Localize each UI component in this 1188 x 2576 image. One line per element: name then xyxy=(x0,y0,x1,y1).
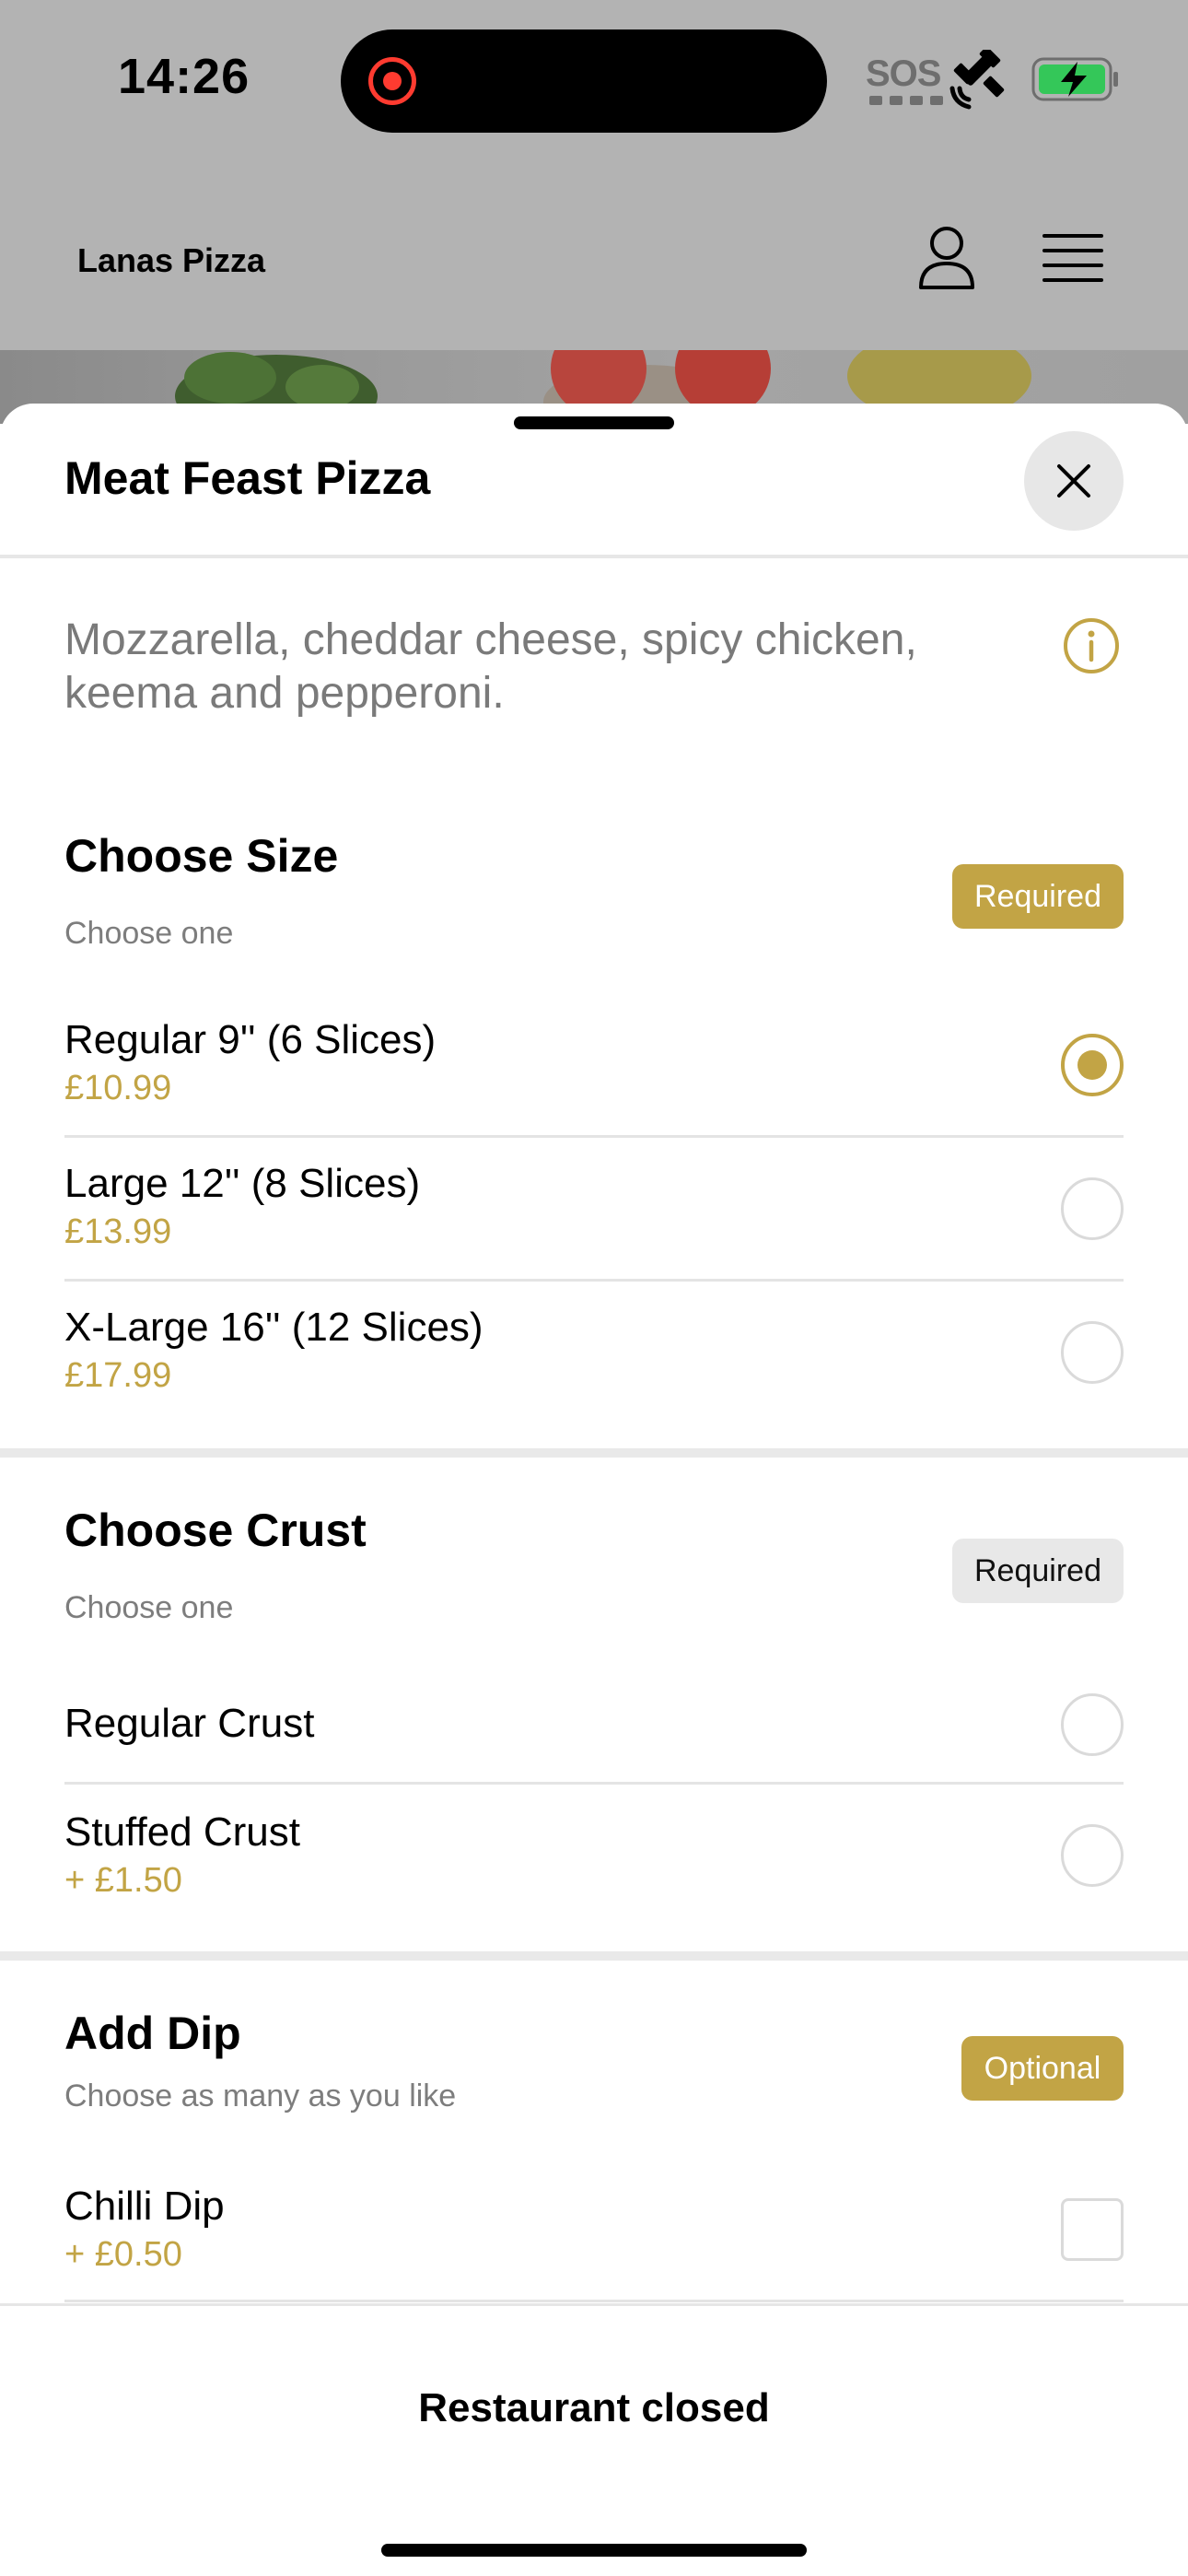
battery-charging-icon xyxy=(1031,57,1118,101)
home-indicator[interactable] xyxy=(381,2544,807,2557)
dip-section-title: Add Dip xyxy=(64,2008,241,2059)
crust-radio-stuffed[interactable] xyxy=(1061,1824,1124,1887)
crust-option-name: Stuffed Crust xyxy=(64,1809,300,1855)
item-detail-sheet: Meat Feast Pizza Mozzarella, cheddar che… xyxy=(0,404,1188,2576)
satellite-icon xyxy=(949,50,1005,110)
restaurant-closed-label: Restaurant closed xyxy=(418,2385,770,2430)
size-radio-large[interactable] xyxy=(1061,1177,1124,1240)
screen: 14:26 SOS Lanas Pizza Meat Feast Pizza M… xyxy=(0,0,1188,2576)
sheet-grabber[interactable] xyxy=(514,416,674,429)
dynamic-island xyxy=(341,29,827,133)
info-icon[interactable] xyxy=(1063,617,1120,674)
size-section-title: Choose Size xyxy=(64,830,339,882)
row-divider xyxy=(64,1782,1124,1785)
dip-option-price: + £0.50 xyxy=(64,2235,182,2274)
size-required-badge: Required xyxy=(952,864,1124,929)
size-option-name: Regular 9'' (6 Slices) xyxy=(64,1017,437,1062)
crust-option-price: + £1.50 xyxy=(64,1861,182,1900)
dip-checkbox-chilli[interactable] xyxy=(1061,2198,1124,2261)
row-divider xyxy=(64,1135,1124,1138)
background-app: 14:26 SOS Lanas Pizza xyxy=(0,0,1188,424)
dip-optional-badge: Optional xyxy=(961,2036,1124,2101)
status-time: 14:26 xyxy=(118,49,250,104)
crust-section-subtitle: Choose one xyxy=(64,1590,234,1625)
row-divider xyxy=(64,1279,1124,1282)
row-divider xyxy=(64,2300,1124,2302)
section-divider xyxy=(0,1448,1188,1458)
size-option-price: £10.99 xyxy=(64,1069,172,1107)
size-option-name: Large 12'' (8 Slices) xyxy=(64,1161,421,1206)
menu-icon[interactable] xyxy=(1042,232,1103,284)
signal-dots-icon xyxy=(869,96,943,105)
footer-bar: Restaurant closed xyxy=(0,2303,1188,2576)
header-divider xyxy=(0,555,1188,558)
item-description: Mozzarella, cheddar cheese, spicy chicke… xyxy=(64,615,917,718)
size-radio-xlarge[interactable] xyxy=(1061,1321,1124,1384)
size-option-name: X-Large 16'' (12 Slices) xyxy=(64,1305,483,1350)
crust-section-title: Choose Crust xyxy=(64,1505,367,1556)
item-title: Meat Feast Pizza xyxy=(64,452,431,504)
size-option-price: £13.99 xyxy=(64,1212,172,1251)
size-option-price: £17.99 xyxy=(64,1356,172,1395)
crust-required-badge: Required xyxy=(952,1539,1124,1603)
dip-option-name: Chilli Dip xyxy=(64,2184,225,2229)
sos-label: SOS xyxy=(866,53,941,94)
size-section-subtitle: Choose one xyxy=(64,916,234,951)
close-button[interactable] xyxy=(1024,431,1124,531)
dip-section-subtitle: Choose as many as you like xyxy=(64,2078,457,2113)
brand-name[interactable]: Lanas Pizza xyxy=(77,241,265,280)
crust-option-name: Regular Crust xyxy=(64,1701,315,1746)
section-divider xyxy=(0,1951,1188,1961)
crust-radio-regular[interactable] xyxy=(1061,1693,1124,1756)
record-icon xyxy=(368,57,416,105)
size-radio-regular[interactable] xyxy=(1061,1034,1124,1096)
close-icon xyxy=(1057,464,1090,498)
user-icon[interactable] xyxy=(917,225,976,291)
